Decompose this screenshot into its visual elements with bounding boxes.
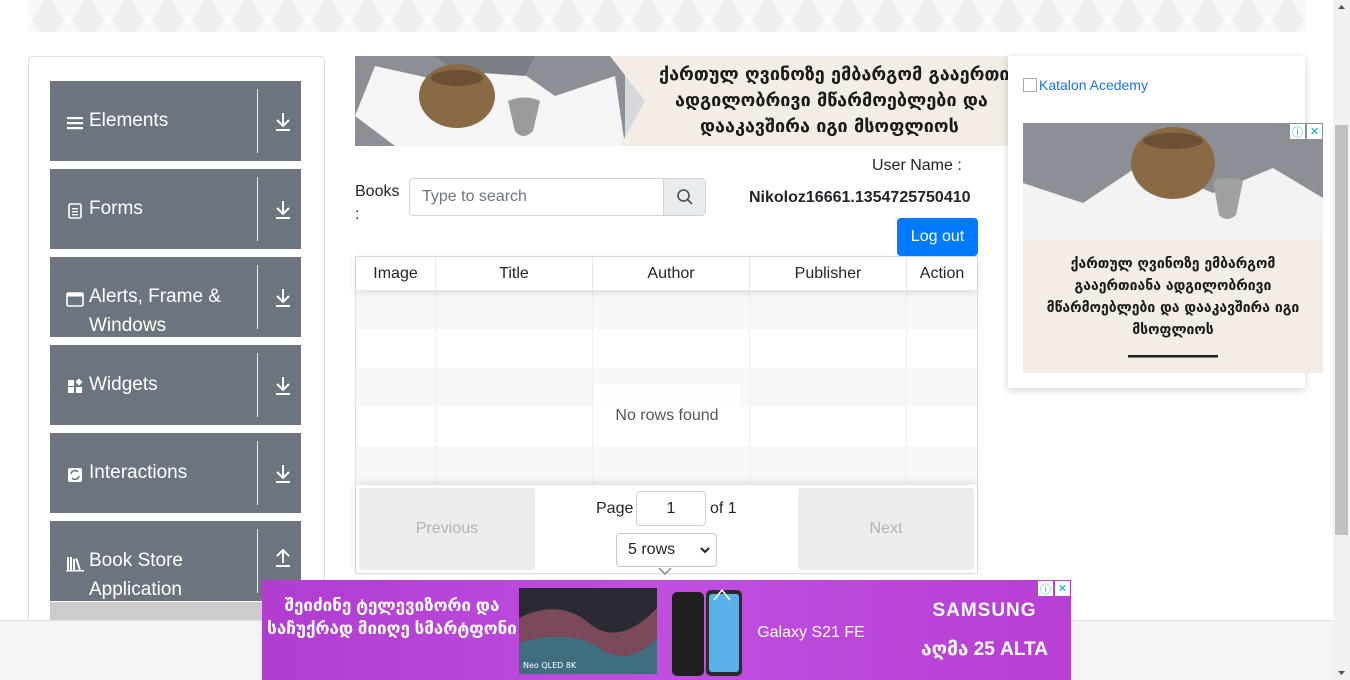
hamburger-icon bbox=[67, 117, 83, 130]
search-box[interactable] bbox=[409, 178, 706, 216]
sidebar-group-label: Interactions bbox=[89, 462, 188, 483]
sidebar-group-label: Forms bbox=[89, 198, 143, 219]
table-row bbox=[356, 329, 977, 368]
ad-info-icon[interactable]: ⓘ bbox=[1290, 124, 1305, 139]
phone-label: Galaxy S21 FE bbox=[757, 624, 865, 641]
download-arrow-icon[interactable] bbox=[274, 111, 292, 133]
download-arrow-icon[interactable] bbox=[274, 287, 292, 309]
right-ad-card[interactable]: ქართულ ღვინოზე ემბარგომ გააერთიანა ადგილ… bbox=[1023, 123, 1323, 373]
sidebar-group-label: Elements bbox=[89, 110, 169, 131]
username-value: Nikoloz16661.1354725750410 bbox=[749, 189, 971, 206]
document-icon bbox=[68, 203, 82, 219]
column-header-author[interactable]: Author bbox=[593, 257, 750, 290]
download-arrow-icon[interactable] bbox=[274, 375, 292, 397]
ad-close-icon[interactable]: ✕ bbox=[1307, 124, 1322, 139]
total-pages-label: of 1 bbox=[710, 500, 737, 517]
ad-close-icon[interactable]: ✕ bbox=[1055, 581, 1070, 596]
search-button[interactable] bbox=[663, 179, 705, 215]
next-button[interactable]: Next bbox=[798, 488, 974, 570]
scroll-up-icon[interactable] bbox=[1337, 3, 1346, 12]
scrollbar-thumb[interactable] bbox=[1335, 125, 1348, 535]
phone-image bbox=[672, 589, 742, 676]
banner-text-3: დააკავშირა იგი მსოფლიოს bbox=[700, 116, 959, 137]
rows-per-page-select[interactable]: 5 rows bbox=[616, 533, 717, 567]
sidebar-group-forms[interactable]: Forms bbox=[50, 169, 301, 249]
banner-text-1: ქართულ ღვინოზე ემბარგომ გააერთიანა bbox=[659, 64, 1010, 85]
content-ad-banner[interactable]: ქართულ ღვინოზე ემბარგომ გააერთიანა ადგილ… bbox=[355, 56, 1010, 146]
chevron-down-icon bbox=[700, 547, 710, 554]
logout-button[interactable]: Log out bbox=[897, 218, 978, 256]
download-arrow-icon[interactable] bbox=[274, 463, 292, 485]
top-ad-banner bbox=[28, 0, 1305, 32]
interactions-icon bbox=[68, 468, 82, 482]
download-arrow-icon[interactable] bbox=[274, 199, 292, 221]
rows-per-page-value: 5 rows bbox=[628, 541, 676, 558]
page-scrollbar[interactable] bbox=[1333, 0, 1350, 680]
ad-card-image: ქართულ ღვინოზე ემბარგომ გააერთიანა ადგილ… bbox=[1023, 123, 1323, 373]
pagination-bar: Previous Page 1 of 1 5 rows Next bbox=[356, 485, 977, 573]
username-label: User Name : bbox=[872, 157, 962, 174]
katalon-academy-link[interactable]: Katalon Acedemy bbox=[1023, 77, 1148, 93]
sidebar-group-label: Alerts, Frame & Windows bbox=[89, 286, 221, 336]
sidebar-group-alerts[interactable]: Alerts, Frame & Windows bbox=[50, 257, 301, 337]
tv-caption: Neo QLED 8K bbox=[523, 661, 577, 670]
broken-image-icon bbox=[1023, 78, 1037, 92]
banner-image: ქართულ ღვინოზე ემბარგომ გააერთიანა ადგილ… bbox=[355, 56, 1010, 146]
page-number-input[interactable]: 1 bbox=[636, 491, 706, 526]
widgets-icon bbox=[68, 378, 83, 393]
sidebar-group-widgets[interactable]: Widgets bbox=[50, 345, 301, 425]
column-header-publisher[interactable]: Publisher bbox=[750, 257, 907, 290]
page-label: Page bbox=[596, 500, 634, 517]
ad-info-icon[interactable]: ⓘ bbox=[1038, 581, 1053, 596]
search-icon bbox=[676, 189, 693, 205]
sidebar-group-elements[interactable]: Elements bbox=[50, 81, 301, 161]
no-rows-message: No rows found bbox=[594, 384, 740, 447]
table-header: Image Title Author Publisher Action bbox=[356, 257, 977, 290]
column-header-image[interactable]: Image bbox=[356, 257, 436, 290]
tv-image: Neo QLED 8K bbox=[519, 588, 657, 674]
column-header-title[interactable]: Title bbox=[436, 257, 593, 290]
search-input[interactable] bbox=[410, 179, 665, 215]
sidebar-group-label: Book Store Application bbox=[89, 550, 183, 600]
scroll-down-icon[interactable] bbox=[1337, 668, 1346, 677]
bottom-ad-text: შეიძინე ტელევიზორი და საჩუქრად მიიღე სმა… bbox=[267, 596, 517, 638]
table-row bbox=[356, 290, 977, 329]
upload-arrow-icon[interactable] bbox=[274, 547, 292, 569]
ad-card-text: ქართულ ღვინოზე ემბარგომ გააერთიანა ადგილ… bbox=[1046, 256, 1300, 338]
window-icon bbox=[66, 292, 84, 307]
sidebar-group-label: Widgets bbox=[89, 374, 158, 395]
chevron-down-icon[interactable] bbox=[657, 566, 673, 576]
books-icon bbox=[66, 557, 84, 572]
column-header-action[interactable]: Action bbox=[907, 257, 977, 290]
books-table: Image Title Author Publisher Action No r… bbox=[355, 256, 978, 574]
sidebar: Elements Forms Alerts, Frame & Windows W… bbox=[28, 56, 325, 636]
sidebar-group-interactions[interactable]: Interactions bbox=[50, 433, 301, 513]
books-label: Books : bbox=[355, 183, 400, 223]
table-row bbox=[356, 446, 977, 485]
banner-text-2: ადგილობრივი მწარმოებლები და bbox=[675, 90, 988, 111]
previous-button[interactable]: Previous bbox=[359, 488, 535, 570]
alta-brand: აღმა 25 ALTA bbox=[921, 639, 1048, 660]
bottom-ad-banner[interactable]: შეიძინე ტელევიზორი და საჩუქრად მიიღე სმა… bbox=[262, 580, 1071, 680]
samsung-brand: SAMSUNG bbox=[932, 600, 1037, 621]
